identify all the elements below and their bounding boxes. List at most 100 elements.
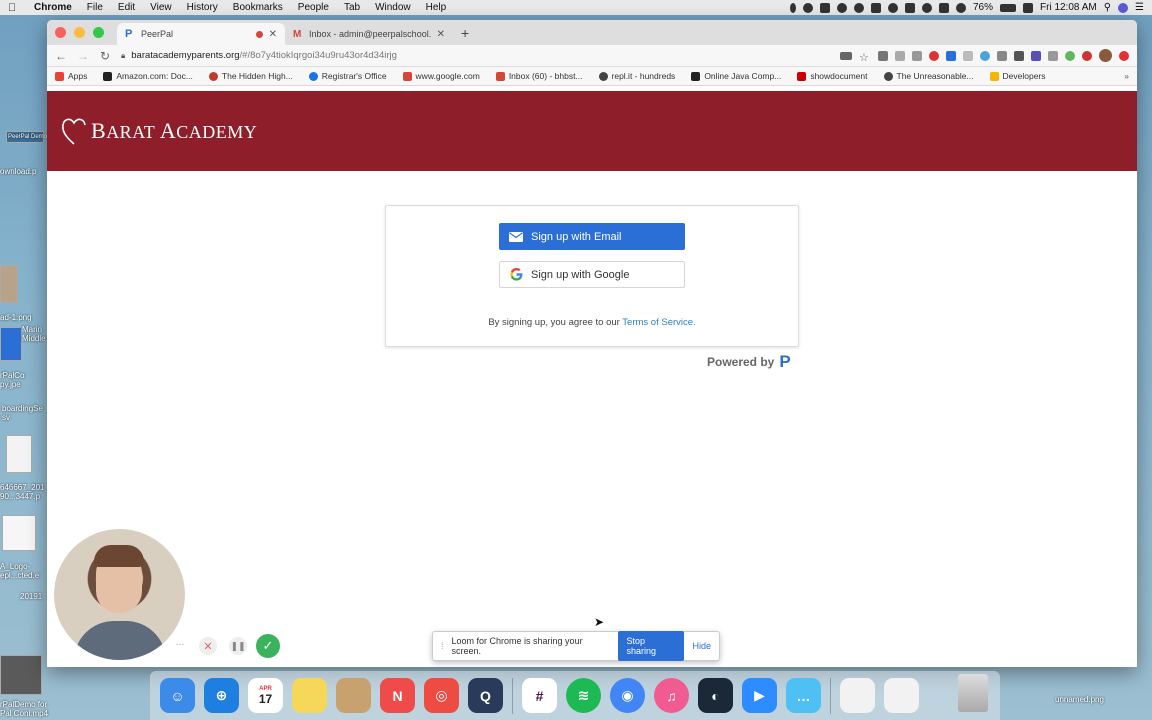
extension-icon[interactable] [1014, 50, 1024, 61]
desktop-file-label[interactable]: 646667_201 90...3447.p [0, 483, 48, 501]
bookmark-unreasonable[interactable]: The Unreasonable... [883, 71, 974, 81]
signup-google-button[interactable]: Sign up with Google [499, 261, 685, 288]
extension-icon[interactable] [912, 50, 922, 61]
extension-icon[interactable] [1031, 50, 1041, 61]
bookmark-google[interactable]: www.google.com [402, 71, 480, 81]
desktop-file-label[interactable]: unnamed.png [1055, 695, 1104, 704]
app-status-icon[interactable] [870, 2, 881, 13]
siri-icon[interactable] [1118, 2, 1129, 13]
notes-icon[interactable] [292, 678, 327, 713]
news-icon[interactable]: N [380, 678, 415, 713]
menu-bookmarks[interactable]: Bookmarks [233, 2, 283, 13]
tab-close-icon[interactable]: ✕ [437, 29, 445, 40]
reload-icon[interactable]: ↻ [99, 49, 111, 63]
tab-peerpal[interactable]: P PeerPal ✕ [117, 23, 285, 45]
extension-icon[interactable] [878, 50, 888, 61]
menu-clock[interactable]: Fri 12:08 AM [1040, 2, 1097, 13]
menu-tab[interactable]: Tab [344, 2, 360, 13]
menu-people[interactable]: People [298, 2, 329, 13]
stop-sharing-button[interactable]: Stop sharing [617, 631, 685, 661]
drag-handle-icon[interactable]: ⁞ [441, 641, 444, 651]
tab-inbox[interactable]: M Inbox - admin@peerpalschool. ✕ [285, 23, 453, 45]
tab-close-icon[interactable]: ✕ [269, 29, 277, 40]
back-arrow-icon[interactable]: ← [55, 49, 67, 63]
window-close-button[interactable] [55, 27, 66, 38]
spotlight-icon[interactable]: ⚲ [1104, 2, 1111, 13]
address-bar[interactable]: 🔒︎ baratacademyparents.org/#/8o7y4tiokIq… [121, 47, 830, 65]
bookmarks-overflow-icon[interactable]: » [1124, 71, 1129, 81]
desktop-file-label[interactable]: PeerPal Demo [8, 134, 47, 140]
settings-status-icon[interactable] [853, 2, 864, 13]
menu-view[interactable]: View [150, 2, 172, 13]
quicktime-icon[interactable]: Q [468, 678, 503, 713]
extension-icon[interactable] [1065, 50, 1075, 61]
itunes-icon[interactable]: ♫ [654, 678, 689, 713]
extension-icon[interactable] [963, 50, 973, 61]
lock-icon[interactable]: 🔒︎ [121, 51, 125, 61]
finder-icon[interactable]: ☺ [160, 678, 195, 713]
extension-status-icon[interactable] [819, 2, 830, 13]
downloads-stack-icon[interactable] [840, 678, 875, 713]
desktop-doc-thumb[interactable] [6, 435, 32, 473]
window-zoom-button[interactable] [93, 27, 104, 38]
extension-icon[interactable] [1048, 50, 1058, 61]
bookmark-showdocument[interactable]: showdocument [797, 71, 868, 81]
loom-finish-button[interactable]: ✓ [256, 634, 280, 658]
desktop-file-label[interactable]: Marin Middle [22, 325, 48, 343]
extension-icon[interactable] [895, 50, 905, 61]
bookmark-registrar[interactable]: Registrar's Office [308, 71, 387, 81]
slack-icon[interactable]: # [522, 678, 557, 713]
desktop-file-label[interactable]: A_Logo- epl...cted.e [0, 562, 48, 580]
bookmark-apps[interactable]: Apps [55, 71, 87, 81]
flag-icon[interactable] [1023, 2, 1033, 13]
extension-icon[interactable] [929, 50, 939, 61]
menu-edit[interactable]: Edit [118, 2, 135, 13]
desktop-file-label[interactable]: ad-1.png [0, 313, 32, 322]
zoom-icon[interactable]: ▶ [742, 678, 777, 713]
webcam-bubble[interactable] [54, 529, 185, 660]
affinity-icon[interactable]: ◎ [424, 678, 459, 713]
loom-pause-button[interactable]: ❚❚ [229, 637, 247, 655]
menu-app-chrome[interactable]: Chrome [34, 2, 72, 13]
profile-avatar[interactable] [1099, 49, 1112, 62]
menu-file[interactable]: File [87, 2, 103, 13]
bookmark-java[interactable]: Online Java Comp... [691, 71, 781, 81]
menu-help[interactable]: Help [426, 2, 447, 13]
chrome-icon[interactable]: ◉ [610, 678, 645, 713]
sync-status-icon[interactable] [836, 2, 847, 13]
new-tab-icon[interactable]: + [461, 25, 469, 41]
powered-by[interactable]: Powered by P [707, 352, 791, 372]
bookmark-developers[interactable]: Developers [989, 71, 1046, 81]
camera-icon[interactable] [840, 51, 852, 60]
extension-icon[interactable] [997, 50, 1007, 61]
battery-percent[interactable]: 76% [973, 2, 993, 13]
extension-icon[interactable] [980, 50, 990, 61]
loom-more-icon[interactable]: ··· [173, 637, 187, 651]
safari-icon[interactable]: ⊕ [204, 678, 239, 713]
notification-center-icon[interactable]: ☰ [1135, 2, 1144, 13]
hide-button[interactable]: Hide [692, 641, 711, 651]
desktop-app-thumb[interactable] [0, 327, 22, 361]
menu-window[interactable]: Window [375, 2, 411, 13]
desktop-doc-thumb[interactable] [2, 515, 36, 551]
bookmark-inbox[interactable]: Inbox (60) - bhbst... [495, 71, 583, 81]
barat-academy-logo[interactable]: BARAT ACADEMY [61, 114, 257, 148]
battery-icon[interactable] [1000, 3, 1016, 12]
desktop-file-label[interactable]: ownload.p [0, 167, 36, 176]
terms-of-service-link[interactable]: Terms of Service. [622, 317, 695, 328]
window-minimize-button[interactable] [74, 27, 85, 38]
loom-cancel-button[interactable]: ✕ [199, 637, 217, 655]
bookmark-star-icon[interactable]: ☆ [859, 51, 871, 64]
bookmark-hidden-high[interactable]: The Hidden High... [208, 71, 293, 81]
messages-icon[interactable]: … [786, 678, 821, 713]
desktop-file-label[interactable]: rPalDemo for Pal Coni.mp4 [0, 700, 60, 718]
bookmark-amazon[interactable]: Amazon.com: Doc... [103, 71, 193, 81]
spotify-icon[interactable]: ≋ [566, 678, 601, 713]
extension-icon[interactable] [1082, 50, 1092, 61]
screen-status-icon[interactable] [904, 2, 915, 13]
desktop-file-label[interactable]: rPalCo py.jpe [0, 371, 40, 389]
apple-icon[interactable]:  [8, 2, 20, 14]
desktop-image-thumb[interactable] [0, 265, 18, 303]
update-icon[interactable] [1119, 50, 1129, 61]
calendar-icon[interactable]: APR 17 [248, 678, 283, 713]
